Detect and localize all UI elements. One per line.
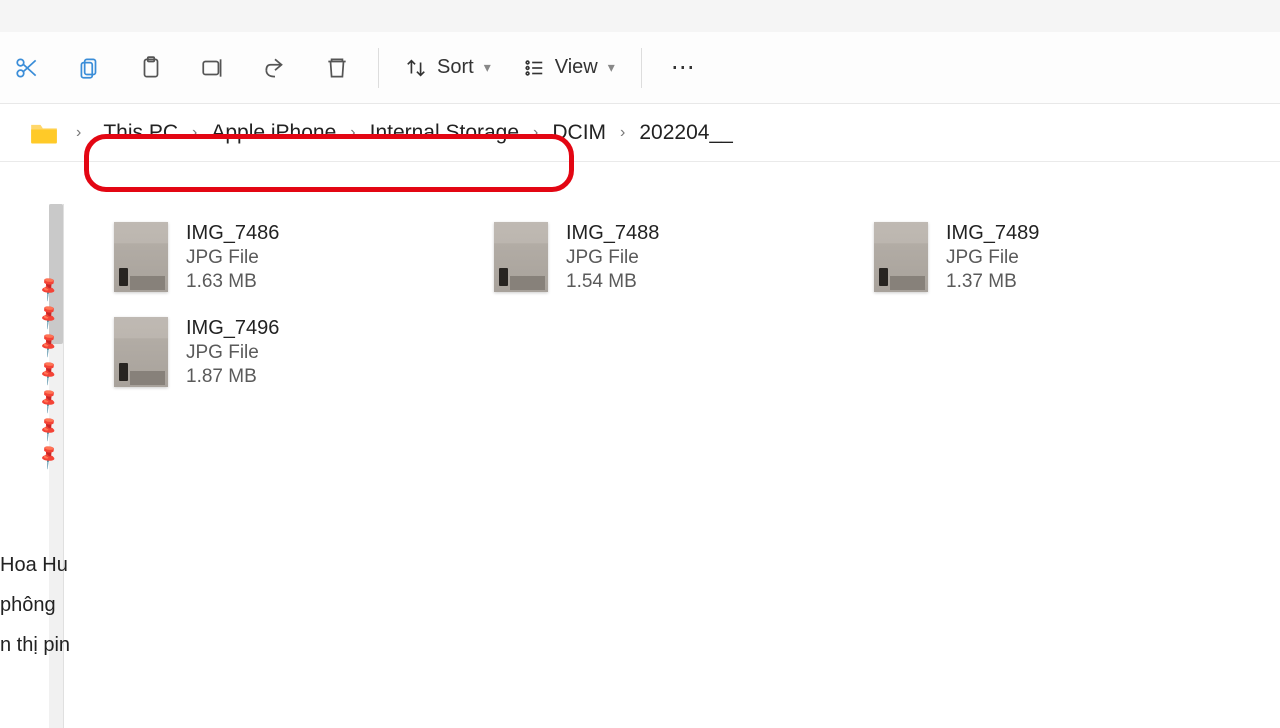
sort-label: Sort [437,56,474,79]
more-icon: ⋯ [671,53,695,82]
chevron-down-icon: ▾ [484,59,491,76]
file-name: IMG_7486 [186,222,279,245]
nav-sidebar: 📌 📌 📌 📌 📌 📌 📌 Hoa Hu phông n thị pin [0,204,64,728]
file-size: 1.63 MB [186,271,279,293]
breadcrumb-item[interactable]: Internal Storage [362,119,527,147]
thumbnail [114,317,168,387]
paste-button[interactable] [124,41,178,95]
divider [641,48,642,88]
divider [378,48,379,88]
file-size: 1.37 MB [946,271,1039,293]
trash-icon [324,55,350,81]
chevron-right-icon: › [614,124,631,142]
file-name: IMG_7488 [566,222,659,245]
view-label: View [555,56,598,79]
file-type: JPG File [186,342,279,364]
breadcrumb-item[interactable]: This PC [95,119,186,147]
delete-button[interactable] [310,41,364,95]
breadcrumb: This PC › Apple iPhone › Internal Storag… [95,119,740,147]
file-name: IMG_7496 [186,317,279,340]
chevron-right-icon: › [70,124,87,142]
rename-button[interactable] [186,41,240,95]
file-type: JPG File [186,247,279,269]
breadcrumb-current[interactable]: 202204__ [631,119,740,147]
cut-button[interactable] [0,41,54,95]
chevron-right-icon: › [186,124,203,142]
copy-button[interactable] [62,41,116,95]
file-item[interactable]: IMG_7489 JPG File 1.37 MB [874,222,1234,293]
file-item[interactable]: IMG_7488 JPG File 1.54 MB [494,222,854,293]
breadcrumb-item[interactable]: Apple iPhone [203,119,344,147]
share-icon [262,55,288,81]
view-icon [523,57,545,79]
share-button[interactable] [248,41,302,95]
thumbnail [874,222,928,292]
thumbnail [494,222,548,292]
file-item[interactable]: IMG_7486 JPG File 1.63 MB [114,222,474,293]
view-button[interactable]: View ▾ [511,41,627,95]
breadcrumb-item[interactable]: DCIM [544,119,614,147]
file-size: 1.54 MB [566,271,659,293]
chevron-down-icon: ▾ [608,59,615,76]
file-list: IMG_7486 JPG File 1.63 MB IMG_7488 JPG F… [64,204,1280,728]
folder-icon [30,121,58,145]
file-type: JPG File [946,247,1039,269]
file-item[interactable]: IMG_7496 JPG File 1.87 MB [114,317,474,388]
sort-button[interactable]: Sort ▾ [393,41,503,95]
main-area: 📌 📌 📌 📌 📌 📌 📌 Hoa Hu phông n thị pin IMG… [0,204,1280,728]
clipboard-icon [138,55,164,81]
more-button[interactable]: ⋯ [656,41,710,95]
sort-icon [405,57,427,79]
copy-icon [76,55,102,81]
sidebar-item-label[interactable]: n thị pin [0,634,70,657]
thumbnail [114,222,168,292]
scissors-icon [14,55,40,81]
file-name: IMG_7489 [946,222,1039,245]
sidebar-item-label[interactable]: Hoa Hu [0,554,68,577]
toolbar: Sort ▾ View ▾ ⋯ [0,32,1280,104]
file-type: JPG File [566,247,659,269]
addressbar[interactable]: › This PC › Apple iPhone › Internal Stor… [0,104,1280,162]
chevron-right-icon: › [527,124,544,142]
sidebar-item-label[interactable]: phông [0,594,56,617]
rename-icon [200,55,226,81]
chevron-right-icon: › [344,124,361,142]
titlebar [0,0,1280,32]
file-size: 1.87 MB [186,366,279,388]
